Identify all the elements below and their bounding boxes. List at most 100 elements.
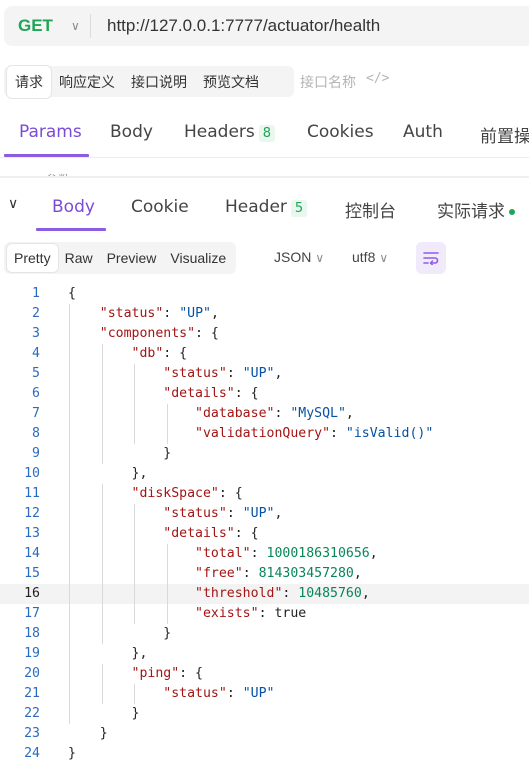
panel-divider[interactable] [0, 176, 529, 178]
code-line[interactable]: 24} [0, 744, 529, 764]
tab-response-definition[interactable]: 响应定义 [51, 66, 123, 98]
view-raw[interactable]: Raw [58, 244, 100, 272]
code-text: "status": "UP", [99, 306, 219, 321]
code-text: } [68, 626, 172, 641]
indent-guide [101, 664, 103, 704]
tab-response-body[interactable]: Body [52, 197, 95, 217]
code-line[interactable]: 11 "diskSpace": { [0, 484, 529, 504]
headers-count-badge: 8 [258, 125, 276, 142]
code-icon[interactable]: </> [366, 71, 389, 86]
code-line[interactable]: 18 } [0, 624, 529, 644]
code-line[interactable]: 13 "details": { [0, 524, 529, 544]
encoding-value: utf8 [352, 249, 376, 265]
tab-preview-docs[interactable]: 预览文档 [195, 66, 267, 98]
code-text: "details": { [163, 526, 259, 541]
code-line[interactable]: 6 "details": { [0, 384, 529, 404]
code-text: }, [68, 646, 148, 661]
code-text: "components": { [99, 326, 219, 341]
code-line[interactable]: 3 "components": { [0, 324, 529, 344]
method-select[interactable]: GET ∨ [4, 6, 90, 46]
wrap-lines-button[interactable] [416, 242, 446, 274]
view-pretty[interactable]: Pretty [7, 244, 58, 272]
line-number: 22 [24, 706, 40, 721]
line-number: 4 [32, 346, 40, 361]
response-body-editor[interactable]: 1{2 "status": "UP", 3 "components": {4 "d… [0, 284, 529, 775]
tab-response-cookie[interactable]: Cookie [131, 197, 189, 217]
tab-actual-request[interactable]: 实际请求 [437, 197, 515, 222]
view-preview[interactable]: Preview [100, 244, 164, 272]
tab-params[interactable]: Params [19, 122, 82, 142]
chevron-down-icon: ∨ [379, 251, 389, 265]
interface-name-input[interactable]: 接口名称 [300, 72, 356, 92]
format-select[interactable]: JSON ∨ [274, 249, 324, 265]
tab-console[interactable]: 控制台 [345, 197, 396, 222]
indent-guide [134, 504, 136, 624]
code-text: "validationQuery": "isValid()" [195, 426, 434, 441]
line-number: 5 [32, 366, 40, 381]
request-tabs: Params Body Headers 8 Cookies Auth 前置操 [0, 114, 529, 158]
active-tab-indicator [4, 154, 89, 157]
url-input[interactable] [107, 16, 507, 36]
code-text: "status": "UP" [163, 686, 275, 701]
code-text: "status": "UP", [163, 366, 283, 381]
line-number: 16 [24, 586, 40, 601]
code-line[interactable]: 20 "ping": { [0, 664, 529, 684]
line-number: 19 [24, 646, 40, 661]
code-text: "free": 814303457280, [195, 566, 362, 581]
code-line[interactable]: 14 "total": 1000186310656, [0, 544, 529, 564]
tab-pre-operations[interactable]: 前置操 [480, 122, 529, 147]
indent-guide [134, 684, 136, 704]
tab-headers[interactable]: Headers 8 [184, 122, 276, 142]
code-text: "details": { [163, 386, 259, 401]
chevron-down-icon[interactable]: ∨ [8, 196, 18, 212]
code-line[interactable]: 23 } [0, 724, 529, 744]
code-line[interactable]: 5 "status": "UP", [0, 364, 529, 384]
code-line[interactable]: 1{ [0, 284, 529, 304]
view-visualize[interactable]: Visualize [163, 244, 233, 272]
code-line[interactable]: 16 "threshold": 10485760, [0, 584, 529, 604]
code-line[interactable]: 12 "status": "UP", [0, 504, 529, 524]
wrap-lines-icon [423, 252, 439, 265]
code-text: { [68, 286, 76, 301]
tab-response-header[interactable]: Header 5 [225, 197, 308, 217]
code-line[interactable]: 21 "status": "UP" [0, 684, 529, 704]
code-text: "db": { [131, 346, 188, 361]
tab-headers-label: Headers [184, 122, 255, 142]
tab-cookies[interactable]: Cookies [307, 122, 374, 142]
code-text: } [68, 746, 76, 761]
line-number: 3 [32, 326, 40, 341]
code-line[interactable]: 2 "status": "UP", [0, 304, 529, 324]
code-line[interactable]: 19 }, [0, 644, 529, 664]
code-line[interactable]: 10 }, [0, 464, 529, 484]
url-bar: GET ∨ [4, 6, 529, 46]
code-line[interactable]: 15 "free": 814303457280, [0, 564, 529, 584]
code-line[interactable]: 7 "database": "MySQL", [0, 404, 529, 424]
indent-guide [101, 344, 103, 464]
indent-guide [166, 404, 168, 444]
tab-auth[interactable]: Auth [403, 122, 443, 142]
line-number: 17 [24, 606, 40, 621]
line-number: 21 [24, 686, 40, 701]
code-line[interactable]: 8 "validationQuery": "isValid()" [0, 424, 529, 444]
code-line[interactable]: 4 "db": { [0, 344, 529, 364]
code-line[interactable]: 17 "exists": true [0, 604, 529, 624]
line-number: 1 [32, 286, 40, 301]
url-divider [90, 14, 91, 38]
code-text: } [68, 446, 172, 461]
code-line[interactable]: 22 } [0, 704, 529, 724]
indent-guide [166, 544, 168, 624]
line-number: 14 [24, 546, 40, 561]
line-number: 18 [24, 626, 40, 641]
tab-request[interactable]: 请求 [7, 65, 51, 98]
response-tabs: ∨ Body Cookie Header 5 控制台 实际请求 [0, 186, 529, 231]
code-line[interactable]: 9 } [0, 444, 529, 464]
encoding-select[interactable]: utf8 ∨ [352, 249, 388, 265]
indent-guide [101, 484, 103, 644]
active-response-tab-indicator [36, 228, 106, 231]
code-text: }, [68, 466, 148, 481]
tab-interface-description[interactable]: 接口说明 [123, 66, 195, 98]
tab-body[interactable]: Body [110, 122, 153, 142]
header-count-badge: 5 [290, 200, 308, 217]
code-text: "status": "UP", [163, 506, 283, 521]
chevron-down-icon: ∨ [315, 251, 325, 265]
